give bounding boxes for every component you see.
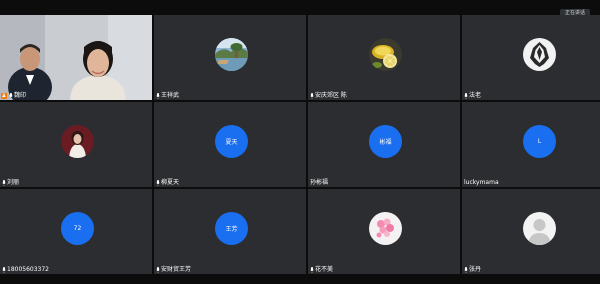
participant-tile[interactable]: 法老 xyxy=(462,15,600,100)
participant-tile[interactable]: 安庆郊区 陈 xyxy=(308,15,460,100)
initials-avatar: 彬福 xyxy=(369,125,402,158)
participant-name: 刘丽 xyxy=(2,179,19,186)
participant-name: 18005603372 xyxy=(2,266,49,273)
host-badge-icon: ♟ xyxy=(1,93,7,99)
initials-avatar: 夏天 xyxy=(215,125,248,158)
participant-tile[interactable]: 夏天 柳夏天 xyxy=(154,102,306,187)
participant-name: 魏印 xyxy=(9,92,26,99)
participant-tile[interactable]: 张丹 xyxy=(462,189,600,274)
initials-avatar: 72 xyxy=(61,212,94,245)
microphone-icon xyxy=(9,92,13,99)
microphone-icon xyxy=(464,266,468,273)
default-user-avatar xyxy=(523,212,556,245)
participant-grid: ♟ 魏印 王祥武 安庆郊区 陈 法老 刘丽 夏天 柳夏天 彬福 孙彬福 L lu… xyxy=(0,15,600,275)
participant-tile[interactable]: 彬福 孙彬福 xyxy=(308,102,460,187)
microphone-icon xyxy=(2,266,6,273)
woman-portrait-avatar xyxy=(61,125,94,158)
microphone-icon xyxy=(310,266,314,273)
participant-name: 花不美 xyxy=(310,266,333,273)
microphone-icon xyxy=(156,179,160,186)
participant-name: luckymama xyxy=(464,179,499,186)
participant-name: 孙彬福 xyxy=(310,179,329,186)
participant-name: 张丹 xyxy=(464,266,481,273)
participant-video xyxy=(0,15,152,100)
microphone-icon xyxy=(156,92,160,99)
microphone-icon xyxy=(310,92,314,99)
top-bar: 正在讲话 xyxy=(0,0,600,18)
microphone-icon xyxy=(156,266,160,273)
microphone-icon xyxy=(2,179,6,186)
participant-tile[interactable]: L luckymama xyxy=(462,102,600,187)
wolf-logo-avatar xyxy=(523,38,556,71)
participant-tile[interactable]: 花不美 xyxy=(308,189,460,274)
lake-photo-avatar xyxy=(215,38,248,71)
participant-tile[interactable]: ♟ 魏印 xyxy=(0,15,152,100)
participant-name: 法老 xyxy=(464,92,481,99)
participant-name: 王祥武 xyxy=(156,92,179,99)
participant-tile[interactable]: 王芳 安财贸王芳 xyxy=(154,189,306,274)
microphone-icon xyxy=(464,92,468,99)
initials-avatar: 王芳 xyxy=(215,212,248,245)
initials-avatar: L xyxy=(523,125,556,158)
lemon-photo-avatar xyxy=(369,38,402,71)
participant-name: 柳夏天 xyxy=(156,179,179,186)
participant-name: 安庆郊区 陈 xyxy=(310,92,347,99)
participant-tile[interactable]: 王祥武 xyxy=(154,15,306,100)
participant-tile[interactable]: 72 18005603372 xyxy=(0,189,152,274)
participant-name: 安财贸王芳 xyxy=(156,266,191,273)
participant-tile[interactable]: 刘丽 xyxy=(0,102,152,187)
pink-flower-photo-avatar xyxy=(369,212,402,245)
